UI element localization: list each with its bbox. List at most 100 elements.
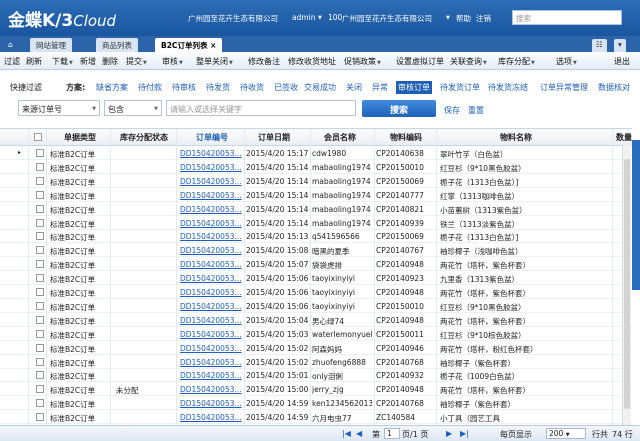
tab-site-admin[interactable]: 网站管理 [30, 38, 72, 52]
row-checkbox[interactable] [36, 357, 44, 366]
column-header-member[interactable]: 会员名称 [324, 132, 356, 143]
table-row[interactable]: 标准B2C订单 DD150420053... 2015/4/20 14:59:4 ke… [0, 397, 632, 411]
cell-order-no[interactable]: DD150420053... [180, 330, 242, 339]
column-header-type[interactable]: 单据类型 [64, 132, 96, 143]
refresh-button[interactable]: 刷新 [26, 56, 42, 67]
table-row[interactable]: 标准B2C订单 DD150420053... 2015/4/20 15:13:2 q5… [0, 230, 632, 244]
table-row[interactable]: 标准B2C订单 DD150420053... 2015/4/20 15:06:1 ta… [0, 286, 632, 299]
row-checkbox[interactable] [36, 260, 44, 269]
cell-order-no[interactable]: DD150420053... [180, 358, 242, 367]
submit-button[interactable]: 提交▼ [126, 56, 147, 67]
table-row[interactable]: 标准B2C订单 DD150420053... 2015/4/20 15:02:5 阿森… [0, 342, 632, 355]
edit-address-button[interactable]: 修改收货地址 [288, 56, 336, 67]
row-checkbox[interactable] [36, 204, 44, 213]
cell-order-no[interactable]: DD150420053... [180, 219, 242, 228]
table-row[interactable]: 标准B2C订单 DD150420053... 2015/4/20 15:03:3 wa… [0, 328, 632, 341]
next-page-icon[interactable]: ▶ [446, 429, 452, 438]
search-operator-select[interactable]: 包含 ▼ [104, 100, 162, 116]
column-header-material-name[interactable]: 物料名称 [500, 132, 532, 143]
close-icon[interactable]: × [210, 41, 216, 50]
new-button[interactable]: 新增 [80, 56, 96, 67]
tab-b2c-orders[interactable]: B2C订单列表 × [155, 38, 223, 52]
chevron-down-icon[interactable]: ▼ [318, 15, 322, 21]
filter-pending-audit[interactable]: 待审核 [172, 82, 196, 93]
column-header-order-no[interactable]: 订单编号 [196, 132, 228, 143]
row-checkbox[interactable] [36, 162, 44, 171]
cell-order-no[interactable]: DD150420053... [180, 205, 242, 214]
row-checkbox[interactable] [36, 232, 44, 241]
row-checkbox[interactable] [36, 176, 44, 185]
table-row[interactable]: 标准B2C订单 DD150420053... 2015/4/20 15:06:1 ta… [0, 300, 632, 313]
select-all-checkbox[interactable] [34, 133, 42, 141]
cell-order-no[interactable]: DD150420053... [180, 177, 242, 186]
logout-link[interactable]: 注销 [476, 13, 491, 24]
table-row[interactable]: 标准B2C订单 DD150420053... 2015/4/20 15:07:2 袋袋… [0, 258, 632, 272]
delete-button[interactable]: 删除 [102, 56, 118, 67]
per-page-select[interactable]: 200 ▼ [546, 428, 586, 439]
row-checkbox[interactable] [36, 329, 44, 338]
table-row[interactable]: 标准B2C订单 DD150420053... 2015/4/20 15:08:1 暗黑… [0, 244, 632, 258]
filter-pending-ship-frozen[interactable]: 待发货冻结 [488, 82, 528, 93]
chevron-down-icon[interactable]: ▼ [446, 15, 450, 21]
filter-order-exception[interactable]: 订单异常管理 [540, 82, 588, 93]
close-order-button[interactable]: 整单关闭▼ [196, 56, 233, 67]
table-row[interactable]: ▸ 标准B2C订单 DD150420053... 2015/4/20 15:17:2 c… [0, 147, 632, 160]
cell-order-no[interactable]: DD150420053... [180, 371, 242, 380]
filter-pending-ship-orders[interactable]: 待发货订单 [440, 82, 480, 93]
grid-menu-icon[interactable]: ☷ [592, 39, 607, 53]
row-checkbox[interactable] [36, 274, 44, 283]
table-row[interactable]: 标准B2C订单 DD150420053... 2015/4/20 14:59:4 六月… [0, 411, 632, 425]
table-row[interactable]: 标准B2C订单 DD150420053... 2015/4/20 15:14:3 ma… [0, 189, 632, 202]
cell-order-no[interactable]: DD150420053... [180, 399, 242, 408]
first-page-icon[interactable]: |◀ [342, 429, 351, 438]
filter-audited-orders[interactable]: 审核订单 [396, 81, 432, 94]
user-menu[interactable]: admin [292, 13, 316, 22]
search-field-select[interactable]: 来源订单号 ▼ [18, 100, 100, 116]
cell-order-no[interactable]: DD150420053... [180, 274, 242, 283]
cell-order-no[interactable]: DD150420053... [180, 232, 242, 241]
reset-link[interactable]: 重置 [468, 105, 484, 116]
filter-default-scheme[interactable]: 缺省方案 [96, 82, 128, 93]
promotion-button[interactable]: 促销政策▼ [344, 56, 381, 67]
filter-pending-ship[interactable]: 待发货 [206, 82, 230, 93]
row-checkbox[interactable] [36, 218, 44, 227]
row-checkbox[interactable] [36, 149, 44, 157]
table-row[interactable]: 标准B2C订单 DD150420053... 2015/4/20 15:14:3 ma… [0, 161, 632, 174]
row-checkbox[interactable] [36, 246, 44, 255]
table-row[interactable]: 标准B2C订单 DD150420053... 2015/4/20 15:14:3 ma… [0, 203, 632, 216]
filter-pending-payment[interactable]: 待付款 [138, 82, 162, 93]
cell-order-no[interactable]: DD150420053... [180, 260, 242, 269]
filter-data-check[interactable]: 数据核对 [598, 82, 630, 93]
search-button[interactable]: 搜索 [362, 100, 436, 117]
column-header-material-code[interactable]: 物料编码 [390, 132, 422, 143]
cell-order-no[interactable]: DD150420053... [180, 302, 242, 311]
column-header-qty[interactable]: 数量 [616, 132, 632, 143]
cell-order-no[interactable]: DD150420053... [180, 163, 242, 172]
tab-product-list[interactable]: 商品列表 [96, 38, 138, 52]
cell-order-no[interactable]: DD150420053... [180, 413, 242, 422]
cell-order-no[interactable]: DD150420053... [180, 191, 242, 200]
org-selector[interactable]: 广州园至花卉生态有限公司 [342, 13, 432, 24]
scrollbar-thumb[interactable] [624, 159, 630, 409]
side-panel-toggle[interactable] [632, 140, 640, 290]
row-checkbox[interactable] [36, 301, 44, 310]
row-checkbox[interactable] [36, 288, 44, 296]
filter-signed[interactable]: 已签收 [274, 82, 298, 93]
table-row[interactable]: 标准B2C订单 DD150420053... 2015/4/20 15:02:3 zh… [0, 356, 632, 369]
column-header-alloc[interactable]: 库存分配状态 [120, 132, 168, 143]
vertical-scrollbar[interactable] [622, 145, 631, 425]
help-link[interactable]: 帮助 [456, 13, 471, 24]
search-keyword-input[interactable]: 请输入或选择关键字 [166, 100, 356, 116]
cell-order-no[interactable]: DD150420053... [180, 316, 242, 325]
edit-remark-button[interactable]: 修改备注 [248, 56, 280, 67]
table-row[interactable]: 标准B2C订单 DD150420053... 2015/4/20 15:06:1 ta… [0, 272, 632, 286]
row-checkbox[interactable] [36, 413, 44, 422]
download-button[interactable]: 下载▼ [52, 56, 73, 67]
home-icon[interactable]: ⌂ [2, 38, 19, 52]
row-checkbox[interactable] [36, 343, 44, 352]
filter-closed[interactable]: 关闭 [346, 82, 362, 93]
table-row[interactable]: 标准B2C订单 DD150420053... 2015/4/20 15:04:4 男心… [0, 314, 632, 327]
filter-button[interactable]: 过滤 [4, 56, 20, 67]
cell-order-no[interactable]: DD150420053... [180, 385, 242, 394]
table-row[interactable]: 标准B2C订单 DD150420053... 2015/4/20 15:01:3 on… [0, 369, 632, 383]
